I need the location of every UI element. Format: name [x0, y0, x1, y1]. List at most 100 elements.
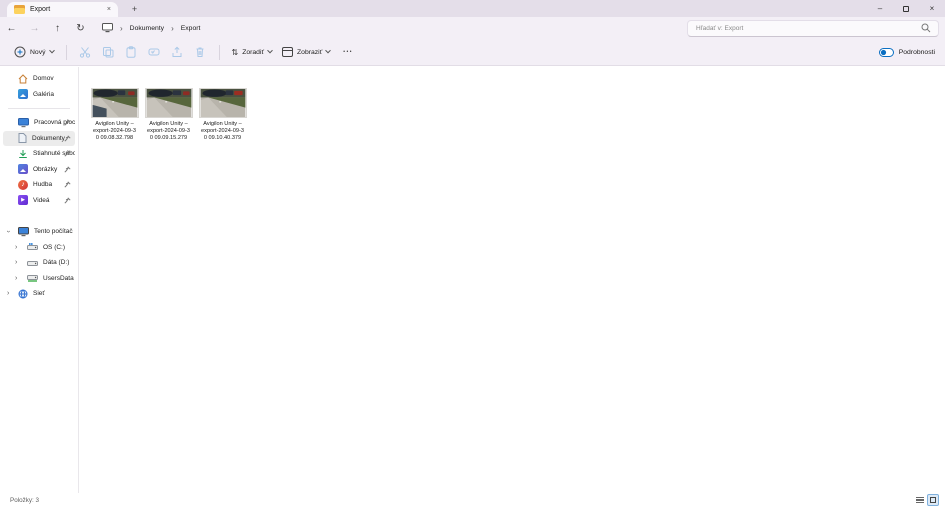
sidebar-item-label: UsersData (\\winc: [43, 274, 75, 282]
forward-button[interactable]: →: [23, 19, 46, 37]
sidebar-item-label: Dáta (D:): [43, 259, 70, 267]
music-icon: ♪: [18, 179, 28, 190]
search-icon: [921, 23, 931, 33]
tree-expand-icon[interactable]: ›: [15, 259, 17, 266]
sidebar-item-label: Dokumenty: [32, 134, 65, 142]
more-options-button[interactable]: •••: [343, 49, 353, 55]
sidebar-item-pracovna-plocha[interactable]: Pracovná plocha: [3, 115, 75, 131]
view-button[interactable]: Zobraziť: [277, 42, 335, 62]
pictures-icon: [18, 164, 28, 175]
file-item[interactable]: Avigilon Unity – export-2024-09-3 0 09.0…: [142, 88, 195, 142]
details-pane-toggle[interactable]: Podrobnosti: [878, 47, 935, 57]
this-pc-icon[interactable]: [102, 23, 113, 33]
this-pc-icon: [18, 226, 29, 237]
maximize-button[interactable]: [893, 0, 919, 17]
minimize-button[interactable]: –: [867, 0, 893, 17]
sort-button-label: Zoradiť: [242, 48, 265, 56]
new-button-label: Nový: [30, 48, 46, 56]
rename-button[interactable]: [143, 42, 166, 62]
video-thumbnail: [198, 88, 247, 118]
sidebar-divider: [8, 108, 70, 109]
pin-icon: [64, 165, 71, 175]
search-input[interactable]: [688, 24, 921, 32]
share-button[interactable]: [166, 42, 189, 62]
sidebar-item-label: Hudba: [33, 181, 53, 189]
tree-expand-icon[interactable]: ›: [15, 244, 17, 251]
breadcrumb-item-dokumenty[interactable]: Dokumenty: [130, 25, 164, 32]
documents-icon: [18, 133, 27, 144]
breadcrumb-item-export[interactable]: Export: [181, 25, 201, 32]
cut-button[interactable]: [74, 42, 97, 62]
file-name: Avigilon Unity – export-2024-09-3 0 09.0…: [93, 121, 136, 141]
copy-icon: [103, 47, 114, 58]
file-item[interactable]: Avigilon Unity – export-2024-09-3 0 09.1…: [196, 88, 249, 142]
view-toggles: [916, 494, 939, 506]
window-controls: – ×: [867, 0, 945, 17]
tree-expand-icon[interactable]: ›: [5, 231, 12, 233]
sidebar-item-data-d[interactable]: › Dáta (D:): [3, 255, 75, 271]
tree-expand-icon[interactable]: ›: [15, 275, 17, 282]
sidebar-item-siet[interactable]: › Sieť: [3, 286, 75, 302]
desktop-icon: [18, 117, 29, 128]
folder-icon: [14, 5, 25, 14]
sidebar-item-stiahnute-subory[interactable]: Stiahnuté súbory: [3, 146, 75, 162]
pin-icon: [64, 150, 71, 159]
copy-button[interactable]: [97, 42, 120, 62]
sidebar-item-hudba[interactable]: ♪ Hudba: [3, 177, 75, 193]
toggle-icon: [878, 47, 894, 57]
tree-expand-icon[interactable]: ›: [7, 290, 9, 297]
chevron-down-icon: [325, 47, 332, 54]
sidebar-item-label: OS (C:): [43, 243, 66, 251]
sidebar-item-usersdata[interactable]: › UsersData (\\winc: [3, 271, 75, 287]
new-plus-icon: [14, 46, 26, 58]
close-button[interactable]: ×: [919, 0, 945, 17]
sidebar-item-dokumenty[interactable]: Dokumenty: [3, 130, 75, 146]
new-tab-button[interactable]: +: [127, 2, 142, 15]
videos-icon: ▶: [18, 195, 28, 206]
pin-icon: [64, 134, 71, 144]
pin-icon: [64, 119, 71, 128]
tab-close-icon[interactable]: ×: [107, 6, 111, 13]
sidebar-item-videa[interactable]: ▶ Videá: [3, 193, 75, 209]
sidebar-item-label: Obrázky: [33, 165, 58, 173]
sidebar-item-label: Videá: [33, 196, 50, 204]
network-icon: [18, 289, 28, 299]
maximize-icon: [903, 5, 909, 12]
sidebar-item-obrazky[interactable]: Obrázky: [3, 162, 75, 178]
breadcrumb: › Dokumenty › Export: [102, 23, 200, 33]
sidebar-item-label: Sieť: [33, 290, 45, 298]
tab-bar: Export × + – ×: [0, 0, 945, 17]
file-list: Avigilon Unity – export-2024-09-3 0 09.0…: [79, 67, 945, 493]
toolbar-divider: [65, 44, 67, 60]
sidebar-item-label: Galéria: [33, 90, 54, 98]
sort-icon: ⇅: [231, 47, 239, 57]
details-view-button[interactable]: [916, 496, 924, 504]
sidebar-item-label: Domov: [33, 75, 54, 83]
delete-icon: [196, 47, 204, 57]
refresh-button[interactable]: ↻: [69, 19, 92, 37]
tab-export[interactable]: Export ×: [7, 2, 118, 17]
paste-button[interactable]: [120, 42, 143, 62]
new-button[interactable]: Nový: [9, 42, 59, 62]
file-explorer-window: Export × + – × ← → ↑ ↻ › Dokumenty › Exp…: [0, 0, 945, 507]
home-icon: [18, 74, 28, 84]
large-icons-view-button[interactable]: [927, 494, 939, 506]
sidebar-item-domov[interactable]: Domov: [3, 71, 75, 87]
pin-icon: [64, 196, 71, 206]
chevron-down-icon: [48, 47, 55, 54]
navigation-pane: Domov Galéria Pracovná plocha: [0, 67, 79, 493]
cut-icon: [79, 47, 91, 58]
sidebar-item-tento-pocitac[interactable]: › Tento počítač: [3, 224, 75, 240]
file-item[interactable]: Avigilon Unity – export-2024-09-3 0 09.0…: [88, 88, 141, 142]
search-box[interactable]: [687, 19, 939, 37]
drive-icon: [27, 259, 38, 267]
tab-label: Export: [30, 6, 51, 13]
up-button[interactable]: ↑: [46, 19, 69, 37]
sidebar-item-label: Tento počítač: [34, 228, 73, 236]
sort-button[interactable]: ⇅ Zoradiť: [227, 42, 278, 62]
sidebar-item-galeria[interactable]: Galéria: [3, 87, 75, 103]
sidebar-item-os-c[interactable]: › OS (C:): [3, 240, 75, 256]
share-icon: [172, 46, 182, 57]
delete-button[interactable]: [189, 42, 212, 62]
file-name: Avigilon Unity – export-2024-09-3 0 09.1…: [201, 121, 244, 141]
